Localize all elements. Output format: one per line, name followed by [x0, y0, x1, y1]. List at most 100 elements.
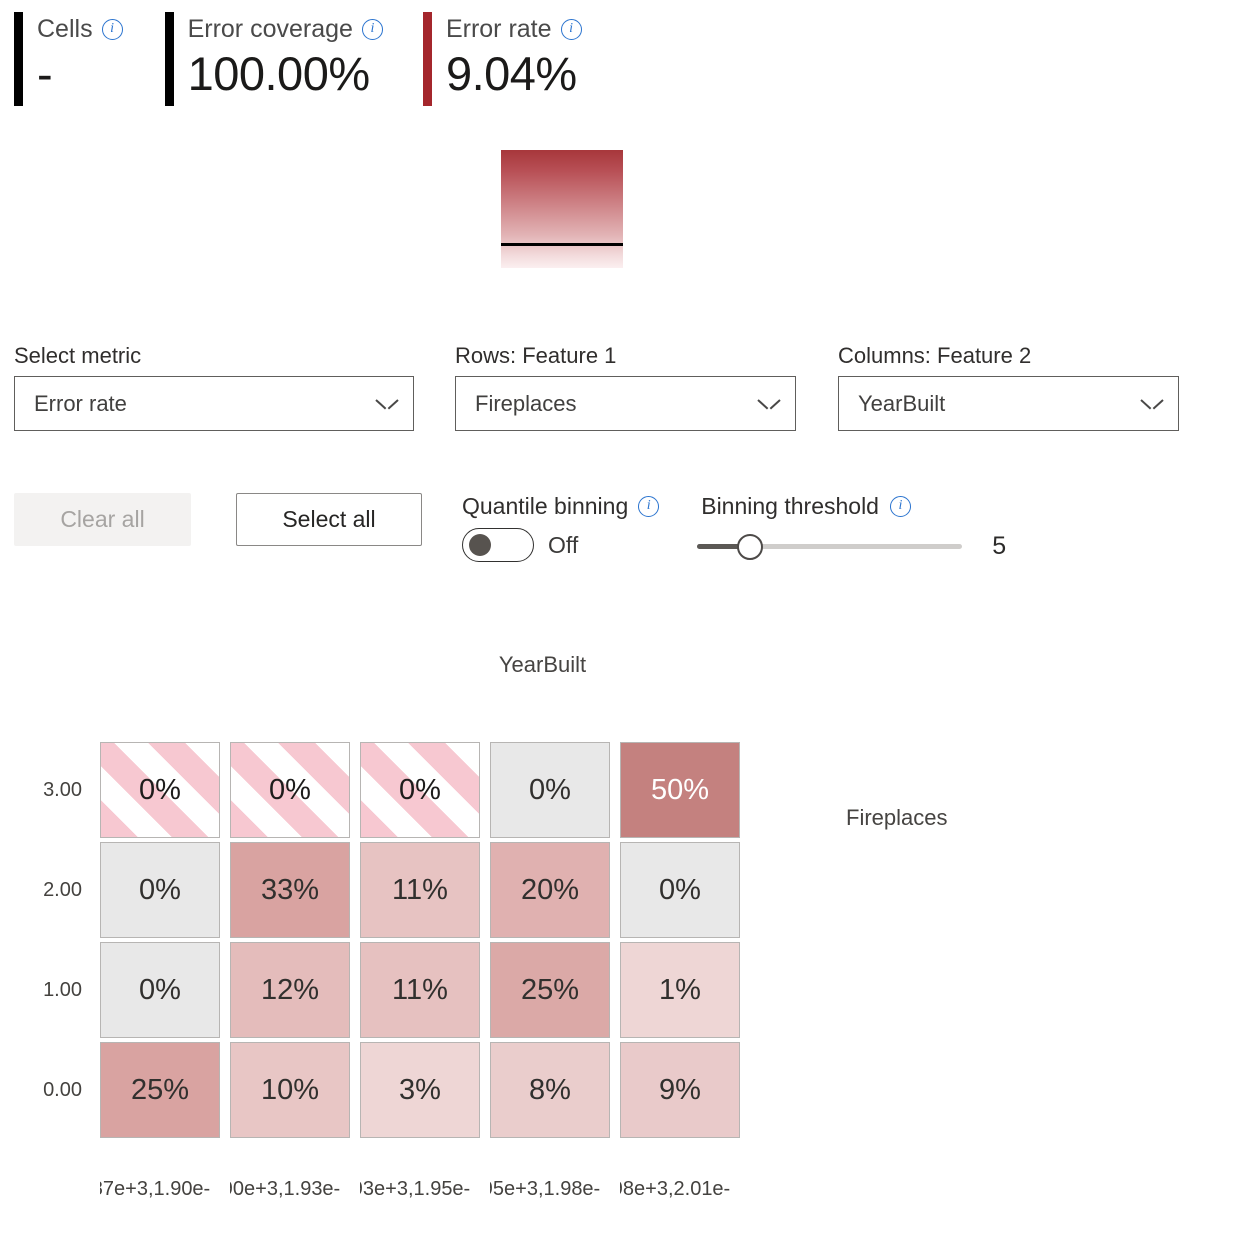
heatmap-cell[interactable]: 33% — [230, 842, 350, 938]
heatmap-row: 2.00 0% 33% 11% 20% 0% — [0, 842, 750, 938]
heatmap-x-tick-label: 90e+3,1.93e- — [230, 1178, 341, 1200]
heatmap-cell-value: 20% — [520, 873, 580, 906]
quantile-binning-label: Quantile binning — [462, 493, 629, 519]
heatmap-cell[interactable]: 3% — [360, 1042, 480, 1138]
select-metric-group: Select metric Error rate — [14, 345, 414, 431]
metric-error-rate: Error rate i 9.04% — [422, 12, 582, 106]
heatmap-controls: Clear all Select all Quantile binning i … — [14, 493, 1006, 562]
chevron-down-icon — [377, 398, 397, 410]
metric-cells: Cells i - — [14, 12, 123, 106]
heatmap-cell-value: 0% — [529, 773, 571, 806]
heatmap-cell[interactable]: 0% — [100, 942, 220, 1038]
columns-feature-value: YearBuilt — [858, 390, 946, 416]
heatmap-cell-value: 50% — [650, 773, 710, 806]
heatmap-x-tick-label: 98e+3,2.01e- — [620, 1178, 731, 1200]
heatmap-cell-value: 10% — [260, 1073, 320, 1106]
heatmap-cell-value: 0% — [139, 873, 181, 906]
heatmap-cell-value: 1% — [659, 973, 701, 1006]
heatmap-cell[interactable]: 0% — [100, 842, 220, 938]
heatmap-cell-value: 8% — [529, 1073, 571, 1106]
metric-error-rate-value: 9.04% — [445, 47, 577, 100]
heatmap-cell[interactable]: 12% — [230, 942, 350, 1038]
heatmap-x-tick-label: 95e+3,1.98e- — [490, 1178, 601, 1200]
quantile-binning-group: Quantile binning i Off — [462, 493, 660, 562]
heatmap-cell[interactable]: 25% — [100, 1042, 220, 1138]
heatmap-cell-value: 0% — [269, 773, 311, 806]
metric-cells-value: - — [37, 47, 53, 100]
metric-error-coverage-bar — [164, 12, 174, 106]
rows-feature-group: Rows: Feature 1 Fireplaces — [455, 345, 796, 431]
heatmap-cell[interactable]: 0% — [490, 742, 610, 838]
binning-threshold-slider[interactable] — [697, 533, 963, 560]
heatmap-cell[interactable]: 10% — [230, 1042, 350, 1138]
heatmap-cell-value: 0% — [139, 973, 181, 1006]
heatmap-cell-value: 11% — [392, 873, 448, 906]
heatmap-grid: 3.00 0% 0% 0% 0% 50% 2.00 0% 33% 11% 20% 0% 1.00 0% 12… — [0, 742, 750, 1142]
heatmap-x-tick-label: 93e+3,1.95e- — [360, 1178, 471, 1200]
heatmap-cell[interactable]: 0% — [360, 742, 480, 838]
columns-feature-dropdown[interactable]: YearBuilt — [838, 376, 1179, 431]
info-icon[interactable]: i — [638, 496, 660, 517]
quantile-binning-toggle[interactable] — [462, 528, 534, 562]
select-all-button[interactable]: Select all — [236, 493, 422, 546]
heatmap-cell[interactable]: 11% — [360, 842, 480, 938]
feature-selectors: Select metric Error rate Rows: Feature 1… — [14, 345, 1179, 431]
heatmap-cell[interactable]: 20% — [490, 842, 610, 938]
heatmap-cell[interactable]: 0% — [230, 742, 350, 838]
heatmap-cell[interactable]: 0% — [100, 742, 220, 838]
select-metric-dropdown[interactable]: Error rate — [14, 376, 414, 431]
slider-thumb[interactable] — [737, 533, 764, 560]
heatmap-cell-value: 3% — [399, 1073, 441, 1106]
color-gradient-legend — [501, 150, 623, 268]
info-icon[interactable]: i — [560, 18, 582, 40]
metric-error-rate-label: Error rate — [445, 14, 552, 43]
columns-feature-label: Columns: Feature 2 — [838, 343, 1032, 368]
heatmap-cell-value: 9% — [659, 1073, 701, 1106]
heatmap-cell-value: 0% — [659, 873, 701, 906]
heatmap-y-tick-label: 0.00 — [43, 1078, 82, 1101]
heatmap-y-tick-label: 2.00 — [43, 878, 82, 901]
metrics-summary: Cells i - Error coverage i 100.00% Error… — [14, 12, 582, 106]
heatmap-row: 0.00 25% 10% 3% 8% 9% — [0, 1042, 750, 1138]
metric-error-rate-bar — [422, 12, 432, 106]
binning-threshold-label: Binning threshold — [701, 493, 879, 519]
rows-feature-value: Fireplaces — [475, 390, 577, 416]
heatmap-cell-value: 12% — [260, 973, 320, 1006]
heatmap-row: 1.00 0% 12% 11% 25% 1% — [0, 942, 750, 1038]
columns-feature-group: Columns: Feature 2 YearBuilt — [838, 345, 1179, 431]
heatmap-cell[interactable]: 0% — [620, 842, 740, 938]
heatmap-row: 3.00 0% 0% 0% 0% 50% — [0, 742, 750, 838]
info-icon[interactable]: i — [889, 496, 911, 517]
metric-error-coverage: Error coverage i 100.00% — [164, 12, 383, 106]
heatmap-cell[interactable]: 9% — [620, 1042, 740, 1138]
heatmap-cell[interactable]: 11% — [360, 942, 480, 1038]
legend-threshold-marker — [501, 243, 623, 246]
heatmap-cell[interactable]: 1% — [620, 942, 740, 1038]
heatmap-y-tick-label: 3.00 — [43, 778, 82, 801]
error-analysis-heatmap-page: Cells i - Error coverage i 100.00% Error… — [0, 0, 1258, 1248]
heatmap-y-axis-title: Fireplaces — [846, 805, 948, 830]
toggle-knob — [469, 534, 491, 556]
heatmap-cell-value: 25% — [520, 973, 580, 1006]
rows-feature-dropdown[interactable]: Fireplaces — [455, 376, 796, 431]
heatmap-cell-value: 25% — [130, 1073, 190, 1106]
select-metric-value: Error rate — [34, 390, 127, 416]
heatmap-cell[interactable]: 8% — [490, 1042, 610, 1138]
heatmap-cell-value: 11% — [392, 973, 448, 1006]
info-icon[interactable]: i — [361, 18, 383, 40]
heatmap-cell[interactable]: 50% — [620, 742, 740, 838]
info-icon[interactable]: i — [101, 18, 123, 40]
binning-threshold-group: Binning threshold i 5 — [697, 493, 1006, 561]
select-metric-label: Select metric — [14, 343, 142, 368]
heatmap-cell-value: 0% — [399, 773, 441, 806]
heatmap-cell-value: 33% — [260, 873, 320, 906]
heatmap-x-tick-label: 87e+3,1.90e- — [100, 1178, 211, 1200]
heatmap-x-tick-labels: 87e+3,1.90e- 90e+3,1.93e- 93e+3,1.95e- 95e+… — [100, 1178, 750, 1201]
chevron-down-icon — [1142, 398, 1162, 410]
quantile-binning-state: Off — [548, 531, 579, 558]
clear-all-button[interactable]: Clear all — [14, 493, 191, 546]
binning-threshold-value: 5 — [992, 532, 1007, 560]
metric-cells-bar — [14, 12, 23, 106]
heatmap-y-tick-label: 1.00 — [43, 978, 82, 1001]
heatmap-cell[interactable]: 25% — [490, 942, 610, 1038]
